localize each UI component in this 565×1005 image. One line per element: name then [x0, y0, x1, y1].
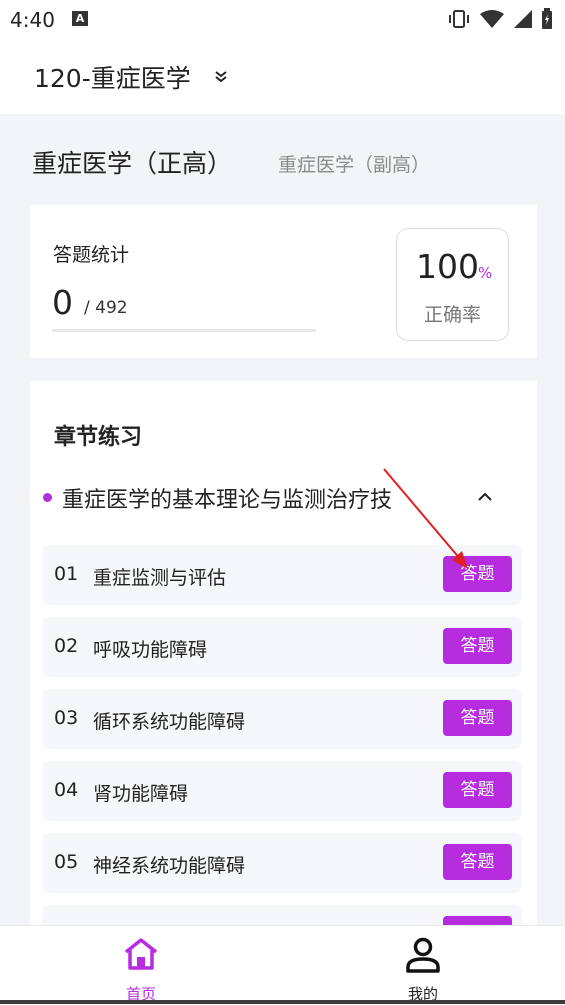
battery-icon [542, 8, 552, 29]
accuracy-value: 100 [416, 247, 479, 286]
item-number: 04 [54, 779, 79, 801]
item-label: 神经系统功能障碍 [93, 855, 246, 877]
wifi-icon [480, 10, 504, 28]
nav-home[interactable]: 首页 [108, 934, 174, 1003]
list-item[interactable]: 05 神经系统功能障碍 答题 [42, 833, 522, 893]
chapter-title: 章节练习 [54, 425, 143, 450]
progress-bar [52, 329, 316, 332]
answer-button[interactable]: 答题 [443, 628, 512, 664]
accuracy-box: 100 % 正确率 [396, 228, 509, 341]
user-icon [406, 937, 440, 973]
subject-selector[interactable]: 120-重症医学 [34, 59, 191, 95]
answer-stats-card: 答题统计 0 / 492 100 % 正确率 [30, 205, 537, 358]
accuracy-unit: % [478, 264, 493, 282]
answer-button[interactable]: 答题 [443, 772, 512, 808]
bottom-nav: 首页 我的 [0, 925, 565, 1005]
notification-icon: A [72, 11, 88, 26]
signal-icon [514, 10, 532, 28]
list-item[interactable]: 04 肾功能障碍 答题 [42, 761, 522, 821]
section-title[interactable]: 重症医学的基本理论与监测治疗技 [62, 482, 392, 514]
chapter-practice-card: 章节练习 重症医学的基本理论与监测治疗技 01 重症监测与评估 答题 02 呼吸… [30, 381, 537, 941]
accuracy-label: 正确率 [423, 304, 481, 326]
answer-button[interactable]: 答题 [443, 700, 512, 736]
level-tabs: 重症医学（正高） 重症医学（副高） [0, 114, 565, 204]
status-icons [447, 8, 553, 30]
item-label: 重症监测与评估 [93, 567, 227, 589]
answer-button[interactable]: 答题 [443, 556, 512, 592]
list-item[interactable]: 03 循环系统功能障碍 答题 [42, 689, 522, 749]
double-chevron-down-icon[interactable] [213, 68, 229, 84]
answered-count: 0 [52, 283, 73, 322]
item-label: 呼吸功能障碍 [93, 639, 208, 661]
header: 120-重症医学 [0, 40, 565, 114]
status-bar: 4:40 A [0, 0, 565, 40]
item-number: 01 [54, 563, 79, 585]
tab-associate-senior[interactable]: 重症医学（副高） [278, 150, 430, 177]
chevron-up-icon[interactable] [476, 488, 494, 506]
item-label: 肾功能障碍 [93, 783, 189, 805]
item-number: 02 [54, 635, 79, 657]
item-label: 循环系统功能障碍 [93, 711, 246, 733]
home-icon [124, 938, 158, 970]
total-count: / 492 [84, 298, 128, 318]
tab-senior[interactable]: 重症医学（正高） [32, 144, 232, 180]
answer-button[interactable]: 答题 [443, 844, 512, 880]
list-item[interactable]: 01 重症监测与评估 答题 [42, 545, 522, 605]
item-number: 05 [54, 851, 79, 873]
item-number: 03 [54, 707, 79, 729]
section-dot-icon [43, 493, 52, 502]
nav-mine[interactable]: 我的 [390, 934, 456, 1003]
system-nav-strip [0, 1000, 565, 1004]
status-time: 4:40 [10, 8, 55, 32]
stats-label: 答题统计 [53, 244, 130, 266]
vibrate-icon [449, 10, 469, 28]
list-item[interactable]: 02 呼吸功能障碍 答题 [42, 617, 522, 677]
